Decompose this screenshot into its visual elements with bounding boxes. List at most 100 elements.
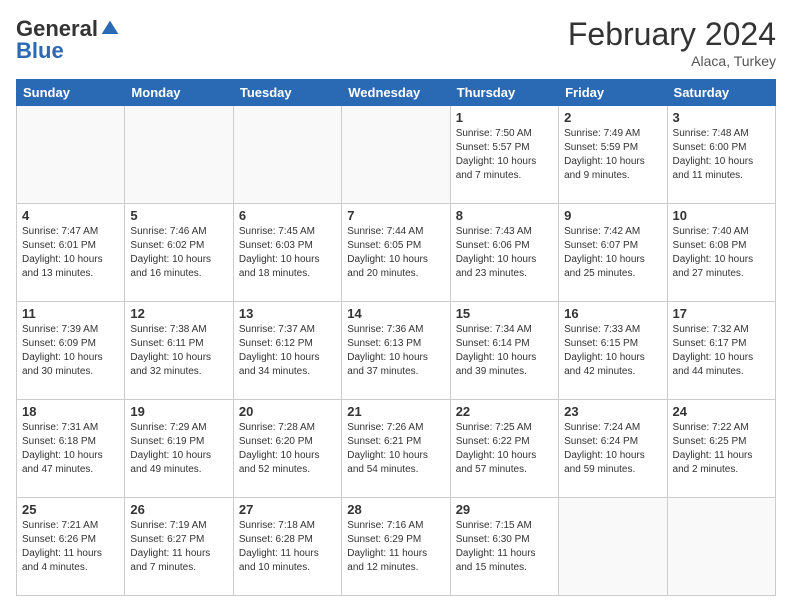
- day-number: 20: [239, 404, 336, 419]
- day-number: 25: [22, 502, 119, 517]
- day-cell: 14 Sunrise: 7:36 AM Sunset: 6:13 PM Dayli…: [342, 302, 450, 400]
- day-number: 10: [673, 208, 770, 223]
- day-number: 14: [347, 306, 444, 321]
- week-row-3: 18 Sunrise: 7:31 AM Sunset: 6:18 PM Dayli…: [17, 400, 776, 498]
- col-header-sunday: Sunday: [17, 80, 125, 106]
- day-cell: 7 Sunrise: 7:44 AM Sunset: 6:05 PM Daylig…: [342, 204, 450, 302]
- day-info: Sunrise: 7:32 AM Sunset: 6:17 PM Dayligh…: [673, 323, 770, 379]
- day-number: 12: [130, 306, 227, 321]
- day-info: Sunrise: 7:28 AM Sunset: 6:20 PM Dayligh…: [239, 421, 336, 477]
- day-cell: 20 Sunrise: 7:28 AM Sunset: 6:20 PM Dayli…: [233, 400, 341, 498]
- day-info: Sunrise: 7:33 AM Sunset: 6:15 PM Dayligh…: [564, 323, 661, 379]
- col-header-friday: Friday: [559, 80, 667, 106]
- title-month: February 2024: [568, 16, 776, 53]
- day-number: 28: [347, 502, 444, 517]
- day-cell: 27 Sunrise: 7:18 AM Sunset: 6:28 PM Dayli…: [233, 498, 341, 596]
- day-cell: 29 Sunrise: 7:15 AM Sunset: 6:30 PM Dayli…: [450, 498, 558, 596]
- day-info: Sunrise: 7:31 AM Sunset: 6:18 PM Dayligh…: [22, 421, 119, 477]
- day-number: 9: [564, 208, 661, 223]
- col-header-monday: Monday: [125, 80, 233, 106]
- day-number: 27: [239, 502, 336, 517]
- week-row-4: 25 Sunrise: 7:21 AM Sunset: 6:26 PM Dayli…: [17, 498, 776, 596]
- day-number: 11: [22, 306, 119, 321]
- day-info: Sunrise: 7:16 AM Sunset: 6:29 PM Dayligh…: [347, 519, 444, 575]
- day-info: Sunrise: 7:29 AM Sunset: 6:19 PM Dayligh…: [130, 421, 227, 477]
- day-cell: 9Sunrise: 7:42 AM Sunset: 6:07 PM Daylig…: [559, 204, 667, 302]
- logo-icon: [100, 19, 120, 39]
- title-block: February 2024 Alaca, Turkey: [568, 16, 776, 69]
- day-cell: 23Sunrise: 7:24 AM Sunset: 6:24 PM Dayli…: [559, 400, 667, 498]
- day-info: Sunrise: 7:36 AM Sunset: 6:13 PM Dayligh…: [347, 323, 444, 379]
- day-cell: 6 Sunrise: 7:45 AM Sunset: 6:03 PM Daylig…: [233, 204, 341, 302]
- day-cell: [342, 106, 450, 204]
- day-number: 22: [456, 404, 553, 419]
- day-info: Sunrise: 7:24 AM Sunset: 6:24 PM Dayligh…: [564, 421, 661, 477]
- col-header-thursday: Thursday: [450, 80, 558, 106]
- day-info: Sunrise: 7:39 AM Sunset: 6:09 PM Dayligh…: [22, 323, 119, 379]
- day-number: 24: [673, 404, 770, 419]
- day-cell: [125, 106, 233, 204]
- day-cell: [559, 498, 667, 596]
- day-cell: 17 Sunrise: 7:32 AM Sunset: 6:17 PM Dayli…: [667, 302, 775, 400]
- day-cell: 5 Sunrise: 7:46 AM Sunset: 6:02 PM Daylig…: [125, 204, 233, 302]
- day-number: 26: [130, 502, 227, 517]
- day-number: 29: [456, 502, 553, 517]
- day-number: 18: [22, 404, 119, 419]
- day-info: Sunrise: 7:22 AM Sunset: 6:25 PM Dayligh…: [673, 421, 770, 477]
- day-cell: [233, 106, 341, 204]
- day-info: Sunrise: 7:37 AM Sunset: 6:12 PM Dayligh…: [239, 323, 336, 379]
- day-info: Sunrise: 7:26 AM Sunset: 6:21 PM Dayligh…: [347, 421, 444, 477]
- day-cell: [17, 106, 125, 204]
- day-info: Sunrise: 7:44 AM Sunset: 6:05 PM Dayligh…: [347, 225, 444, 281]
- day-number: 4: [22, 208, 119, 223]
- day-number: 5: [130, 208, 227, 223]
- day-info: Sunrise: 7:21 AM Sunset: 6:26 PM Dayligh…: [22, 519, 119, 575]
- day-cell: 10 Sunrise: 7:40 AM Sunset: 6:08 PM Dayli…: [667, 204, 775, 302]
- day-info: Sunrise: 7:15 AM Sunset: 6:30 PM Dayligh…: [456, 519, 553, 575]
- day-cell: 21Sunrise: 7:26 AM Sunset: 6:21 PM Dayli…: [342, 400, 450, 498]
- calendar-table: SundayMondayTuesdayWednesdayThursdayFrid…: [16, 79, 776, 596]
- page: General Blue February 2024 Alaca, Turkey…: [0, 0, 792, 612]
- col-header-wednesday: Wednesday: [342, 80, 450, 106]
- day-number: 16: [564, 306, 661, 321]
- day-cell: 18 Sunrise: 7:31 AM Sunset: 6:18 PM Dayli…: [17, 400, 125, 498]
- title-location: Alaca, Turkey: [568, 53, 776, 69]
- day-info: Sunrise: 7:19 AM Sunset: 6:27 PM Dayligh…: [130, 519, 227, 575]
- logo-blue-text: Blue: [16, 38, 64, 64]
- day-info: Sunrise: 7:47 AM Sunset: 6:01 PM Dayligh…: [22, 225, 119, 281]
- day-number: 13: [239, 306, 336, 321]
- day-info: Sunrise: 7:40 AM Sunset: 6:08 PM Dayligh…: [673, 225, 770, 281]
- day-cell: 15 Sunrise: 7:34 AM Sunset: 6:14 PM Dayli…: [450, 302, 558, 400]
- day-cell: 24 Sunrise: 7:22 AM Sunset: 6:25 PM Dayli…: [667, 400, 775, 498]
- day-number: 6: [239, 208, 336, 223]
- day-number: 15: [456, 306, 553, 321]
- day-info: Sunrise: 7:34 AM Sunset: 6:14 PM Dayligh…: [456, 323, 553, 379]
- day-info: Sunrise: 7:48 AM Sunset: 6:00 PM Dayligh…: [673, 127, 770, 183]
- day-number: 3: [673, 110, 770, 125]
- day-cell: 13 Sunrise: 7:37 AM Sunset: 6:12 PM Dayli…: [233, 302, 341, 400]
- day-cell: 11 Sunrise: 7:39 AM Sunset: 6:09 PM Dayli…: [17, 302, 125, 400]
- day-cell: [667, 498, 775, 596]
- week-row-1: 4 Sunrise: 7:47 AM Sunset: 6:01 PM Daylig…: [17, 204, 776, 302]
- week-row-2: 11 Sunrise: 7:39 AM Sunset: 6:09 PM Dayli…: [17, 302, 776, 400]
- logo: General Blue: [16, 16, 120, 64]
- day-number: 1: [456, 110, 553, 125]
- day-info: Sunrise: 7:46 AM Sunset: 6:02 PM Dayligh…: [130, 225, 227, 281]
- day-cell: 16 Sunrise: 7:33 AM Sunset: 6:15 PM Dayli…: [559, 302, 667, 400]
- day-info: Sunrise: 7:45 AM Sunset: 6:03 PM Dayligh…: [239, 225, 336, 281]
- day-cell: 4 Sunrise: 7:47 AM Sunset: 6:01 PM Daylig…: [17, 204, 125, 302]
- day-info: Sunrise: 7:18 AM Sunset: 6:28 PM Dayligh…: [239, 519, 336, 575]
- day-number: 19: [130, 404, 227, 419]
- day-number: 17: [673, 306, 770, 321]
- day-number: 2: [564, 110, 661, 125]
- day-number: 7: [347, 208, 444, 223]
- day-cell: 26 Sunrise: 7:19 AM Sunset: 6:27 PM Dayli…: [125, 498, 233, 596]
- day-info: Sunrise: 7:38 AM Sunset: 6:11 PM Dayligh…: [130, 323, 227, 379]
- day-cell: 12 Sunrise: 7:38 AM Sunset: 6:11 PM Dayli…: [125, 302, 233, 400]
- day-info: Sunrise: 7:43 AM Sunset: 6:06 PM Dayligh…: [456, 225, 553, 281]
- calendar-header-row: SundayMondayTuesdayWednesdayThursdayFrid…: [17, 80, 776, 106]
- day-info: Sunrise: 7:50 AM Sunset: 5:57 PM Dayligh…: [456, 127, 553, 183]
- header: General Blue February 2024 Alaca, Turkey: [16, 16, 776, 69]
- col-header-saturday: Saturday: [667, 80, 775, 106]
- week-row-0: 1 Sunrise: 7:50 AM Sunset: 5:57 PM Daylig…: [17, 106, 776, 204]
